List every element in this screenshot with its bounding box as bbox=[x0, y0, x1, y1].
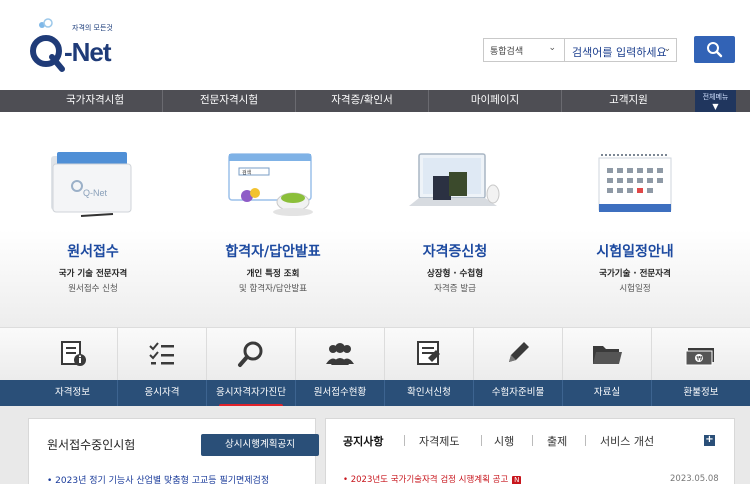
card-subtitle: 상장형 · 수첩형 bbox=[426, 269, 484, 279]
money-icon[interactable]: ₩ bbox=[651, 328, 750, 381]
gnb-certificate[interactable]: 자격증/확인서 bbox=[295, 90, 428, 112]
tab-notices[interactable]: 공지사항 bbox=[343, 433, 383, 449]
info-document-icon[interactable] bbox=[28, 328, 117, 381]
search-scope-value: 통합검색 bbox=[490, 47, 524, 57]
search-scope-select[interactable]: 통합검색 ⌄ bbox=[483, 38, 565, 62]
search-icon bbox=[707, 42, 723, 58]
card-description: 자격증 발급 bbox=[434, 284, 476, 294]
notice-date: 2023.05.08 bbox=[670, 474, 719, 484]
search-button[interactable] bbox=[694, 36, 735, 63]
svg-text:Q-Net: Q-Net bbox=[83, 188, 108, 198]
card-subtitle: 국가기술 · 전문자격 bbox=[599, 269, 671, 279]
certificate-document-icon[interactable] bbox=[384, 328, 473, 381]
svg-text:₩: ₩ bbox=[697, 356, 703, 363]
quick-refund-info[interactable]: 환불정보 bbox=[651, 380, 750, 406]
tab-separator bbox=[532, 435, 533, 446]
pencil-icon[interactable] bbox=[473, 328, 562, 381]
card-subtitle: 개인 특정 조회 bbox=[246, 269, 300, 279]
header: 자격의 모든것 -Net 통합검색 ⌄ 검색어를 입력하세요 ⌄ bbox=[0, 0, 750, 90]
search-placeholder: 검색어를 입력하세요 bbox=[572, 46, 667, 59]
notice-title: 2023년도 국가기술자격 검정 시행계획 공고 bbox=[350, 475, 509, 484]
logo-text: -Net bbox=[64, 37, 112, 67]
gnb-mypage[interactable]: 마이페이지 bbox=[428, 90, 561, 112]
logo-tagline: 자격의 모든것 bbox=[72, 24, 113, 32]
card-title: 원서접수 bbox=[67, 244, 119, 260]
quick-exam-supplies[interactable]: 수험자준비물 bbox=[473, 380, 562, 406]
chevron-down-icon: ⌄ bbox=[548, 43, 556, 53]
panel-title: 원서접수중인시험 bbox=[47, 438, 136, 452]
illus-search-label: 검색 bbox=[242, 169, 252, 176]
gnb-national-exam[interactable]: 국가자격시험 bbox=[28, 90, 162, 112]
card-description: 원서접수 신청 bbox=[68, 284, 118, 294]
chevron-down-icon: ▼ bbox=[712, 102, 719, 111]
card-title: 자격증신청 bbox=[422, 244, 488, 260]
regular-plan-notice-button[interactable]: 상시시행계획공지 bbox=[201, 434, 319, 456]
all-menu-label: 전체메뉴 bbox=[702, 93, 729, 101]
open-exams-panel: 원서접수중인시험 상시시행계획공지 • 2023년 정기 기능사 산업별 맞춤형… bbox=[28, 418, 319, 484]
search-input[interactable]: 검색어를 입력하세요 ⌄ bbox=[565, 38, 677, 62]
all-menu-button[interactable]: 전체메뉴 ▼ bbox=[695, 90, 736, 112]
quick-self-diagnosis[interactable]: 응시자격자가진단 bbox=[206, 380, 295, 408]
quick-eligibility[interactable]: 응시자격 bbox=[117, 380, 206, 406]
card-description: 및 합격자/답안발표 bbox=[238, 284, 308, 294]
notice-item[interactable]: • 2023년도 국가기술자격 검정 시행계획 공고 N bbox=[343, 473, 522, 484]
gnb-support[interactable]: 고객지원 bbox=[561, 90, 695, 112]
card-description: 시험일정 bbox=[619, 284, 651, 294]
card-results[interactable]: 검색 합격자/답안발표 개인 특정 조회 및 합격자/답안발표 bbox=[183, 112, 363, 327]
card-title: 시험일정안내 bbox=[596, 244, 674, 260]
tab-separator bbox=[585, 435, 586, 446]
tab-separator bbox=[481, 435, 482, 446]
gnb-professional-exam[interactable]: 전문자격시험 bbox=[162, 90, 295, 112]
list-item-label: 2023년 정기 기능사 산업별 맞춤형 고교등 필기면제검정 bbox=[55, 476, 270, 484]
tab-implementation[interactable]: 시행 bbox=[494, 433, 514, 449]
checklist-icon[interactable] bbox=[117, 328, 206, 381]
quick-library[interactable]: 자료실 bbox=[562, 380, 651, 406]
card-schedule[interactable]: 시험일정안내 국가기술 · 전문자격 시험일정 bbox=[545, 112, 725, 327]
quick-application-status[interactable]: 원서접수현황 bbox=[295, 380, 384, 406]
calendar-illustration-icon bbox=[598, 154, 672, 212]
notice-board-panel: 공지사항 자격제도 시행 출제 서비스 개선 + • 2023년도 국가기술자격… bbox=[325, 418, 735, 484]
people-group-icon[interactable] bbox=[295, 328, 384, 381]
bottom-section: 원서접수중인시험 상시시행계획공지 • 2023년 정기 기능사 산업별 맞춤형… bbox=[0, 406, 750, 484]
tab-qualification-system[interactable]: 자격제도 bbox=[419, 433, 459, 449]
hero-section: Q-Net 원서접수 국가 기술 전문자격 원서접수 신청 검색 합격자/답안발… bbox=[0, 112, 750, 327]
card-subtitle: 국가 기술 전문자격 bbox=[58, 269, 128, 279]
more-plus-icon[interactable]: + bbox=[704, 435, 715, 446]
quick-menu-bar: 자격정보 응시자격 응시자격자가진단 원서접수현황 확인서신청 수험자준비물 자… bbox=[0, 380, 750, 408]
logo-mark-icon bbox=[30, 18, 65, 72]
quick-confirmation-request[interactable]: 확인서신청 bbox=[384, 380, 473, 406]
card-certificate-request[interactable]: 자격증신청 상장형 · 수첩형 자격증 발급 bbox=[365, 112, 545, 327]
tab-service-improvement[interactable]: 서비스 개선 bbox=[600, 433, 654, 449]
tab-question-setting[interactable]: 출제 bbox=[547, 433, 567, 449]
magnifier-icon[interactable] bbox=[206, 328, 295, 381]
laptop-passport-illustration-icon bbox=[409, 153, 500, 206]
new-badge: N bbox=[512, 476, 522, 484]
global-nav: 국가자격시험 전문자격시험 자격증/확인서 마이페이지 고객지원 전체메뉴 ▼ bbox=[0, 90, 750, 112]
list-item[interactable]: • 2023년 정기 기능사 산업별 맞춤형 고교등 필기면제검정 bbox=[47, 473, 269, 484]
quick-menu-icons: ₩ bbox=[0, 327, 750, 381]
folder-illustration-icon: Q-Net bbox=[51, 152, 132, 217]
quick-qualification-info[interactable]: 자격정보 bbox=[28, 380, 117, 406]
card-title: 합격자/답안발표 bbox=[225, 244, 321, 260]
browser-illustration-icon: 검색 bbox=[228, 153, 313, 216]
card-application[interactable]: Q-Net 원서접수 국가 기술 전문자격 원서접수 신청 bbox=[3, 112, 183, 327]
tab-separator bbox=[404, 435, 405, 446]
chevron-down-icon: ⌄ bbox=[663, 44, 671, 54]
folder-icon[interactable] bbox=[562, 328, 651, 381]
qnet-logo[interactable]: 자격의 모든것 -Net bbox=[28, 17, 148, 75]
search-bar: 통합검색 ⌄ 검색어를 입력하세요 ⌄ bbox=[483, 36, 735, 63]
